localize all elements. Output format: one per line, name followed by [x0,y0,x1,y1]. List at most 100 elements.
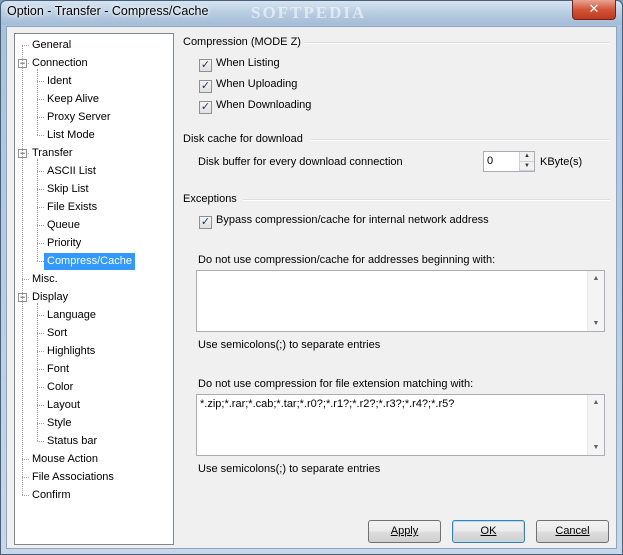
tree-root-line [22,45,23,495]
tree-connector [37,387,44,388]
tree-connector [37,441,44,442]
extensions-hint: Use semicolons(;) to separate entries [198,463,381,475]
tree-item-transfer[interactable]: Transfer [29,145,76,162]
tree-connector [22,45,29,46]
spinner-up-icon[interactable]: ▲ [520,152,534,162]
tree-item-queue[interactable]: Queue [44,217,83,234]
tree-item-file-associations[interactable]: File Associations [29,469,117,486]
exceptions-group-title: Exceptions [183,193,237,205]
tree-connector [37,135,44,136]
tree-item-ident[interactable]: Ident [44,73,74,90]
addresses-scrollbar[interactable]: ▲ ▼ [587,271,604,331]
bypass-internal-checkbox[interactable]: ✓ Bypass compression/cache for internal n… [199,213,489,229]
tree-item-language[interactable]: Language [44,307,99,324]
extensions-label: Do not use compression for file extensio… [198,378,474,390]
tree-connector [22,477,29,478]
addresses-label: Do not use compression/cache for address… [198,254,496,266]
disk-cache-divider [311,139,610,141]
window-title: Option - Transfer - Compress/Cache [7,4,209,18]
options-tree[interactable]: General Connection − Ident Keep Alive Proxy S… [14,33,174,545]
tree-connector [37,81,44,82]
tree-branch-line [37,159,38,261]
softpedia-watermark: SOFTPEDIA [251,3,367,22]
tree-connector [22,459,29,460]
tree-item-ascii-list[interactable]: ASCII List [44,163,99,180]
tree-item-file-exists[interactable]: File Exists [44,199,100,216]
tree-connector [37,261,44,262]
scroll-up-icon[interactable]: ▲ [588,399,604,406]
checkbox-check-icon: ✓ [199,59,212,72]
tree-item-list-mode[interactable]: List Mode [44,127,98,144]
extensions-textarea[interactable]: *.zip;*.rar;*.cab;*.tar;*.r0?;*.r1?;*.r2… [196,394,605,456]
title-bar[interactable]: Option - Transfer - Compress/Cache SOFTP… [1,0,622,25]
addresses-textarea[interactable]: ▲ ▼ [196,270,605,332]
tree-item-highlights[interactable]: Highlights [44,343,98,360]
tree-connector [37,315,44,316]
tree-connector [37,243,44,244]
spinner-down-icon[interactable]: ▼ [520,161,534,171]
disk-cache-group-title: Disk cache for download [183,133,303,145]
when-downloading-label: When Downloading [216,99,312,111]
tree-item-misc[interactable]: Misc. [29,271,61,288]
tree-connector [37,225,44,226]
tree-connector [37,117,44,118]
cancel-button[interactable]: Cancel [536,520,609,543]
tree-item-keep-alive[interactable]: Keep Alive [44,91,102,108]
tree-item-style[interactable]: Style [44,415,74,432]
tree-branch-line [37,69,38,135]
ok-label: OK [480,525,497,537]
tree-item-skip-list[interactable]: Skip List [44,181,92,198]
scroll-down-icon[interactable]: ▼ [588,320,604,327]
compression-group-title: Compression (MODE Z) [183,36,301,48]
tree-item-display[interactable]: Display [29,289,71,306]
tree-item-confirm[interactable]: Confirm [29,487,74,504]
tree-item-compress-cache[interactable]: Compress/Cache [44,253,135,270]
tree-connector [37,369,44,370]
extensions-value: *.zip;*.rar;*.cab;*.tar;*.r0?;*.r1?;*.r2… [200,398,455,410]
when-downloading-checkbox[interactable]: ✓ When Downloading [199,98,311,114]
tree-connector [22,279,29,280]
when-listing-label: When Listing [216,57,280,69]
tree-item-layout[interactable]: Layout [44,397,83,414]
tree-item-font[interactable]: Font [44,361,72,378]
tree-item-proxy-server[interactable]: Proxy Server [44,109,114,126]
disk-buffer-unit: KByte(s) [540,156,583,168]
tree-branch-line [37,303,38,441]
when-uploading-label: When Uploading [216,78,298,90]
disk-buffer-value[interactable]: 0 [487,155,493,167]
ok-button[interactable]: OK [452,520,525,543]
spinner-buttons: ▲ ▼ [519,152,534,171]
tree-connector [22,495,29,496]
scroll-up-icon[interactable]: ▲ [588,275,604,282]
tree-connector [37,405,44,406]
addresses-hint: Use semicolons(;) to separate entries [198,339,381,351]
when-listing-checkbox[interactable]: ✓ When Listing [199,56,280,72]
checkbox-check-icon: ✓ [199,216,212,229]
tree-connector [37,351,44,352]
options-window: Option - Transfer - Compress/Cache SOFTP… [0,0,623,555]
tree-item-mouse-action[interactable]: Mouse Action [29,451,101,468]
tree-item-status-bar[interactable]: Status bar [44,433,100,450]
dialog-client: General Connection − Ident Keep Alive Proxy S… [6,26,617,549]
exceptions-divider [243,199,610,201]
tree-connector [37,99,44,100]
bypass-internal-label: Bypass compression/cache for internal ne… [216,214,489,226]
cancel-label: Cancel [555,525,590,537]
tree-item-priority[interactable]: Priority [44,235,84,252]
checkbox-check-icon: ✓ [199,80,212,93]
tree-item-general[interactable]: General [29,37,74,54]
close-button[interactable]: ✕ [572,0,616,20]
apply-button[interactable]: Apply [368,520,441,543]
disk-buffer-spinner[interactable]: 0 ▲ ▼ [483,151,535,172]
checkbox-check-icon: ✓ [199,101,212,114]
extensions-scrollbar[interactable]: ▲ ▼ [587,395,604,455]
tree-connector [37,207,44,208]
tree-item-color[interactable]: Color [44,379,76,396]
compression-divider [305,42,610,44]
when-uploading-checkbox[interactable]: ✓ When Uploading [199,77,297,93]
tree-connector [37,171,44,172]
scroll-down-icon[interactable]: ▼ [588,444,604,451]
tree-connector [37,423,44,424]
tree-item-connection[interactable]: Connection [29,55,91,72]
tree-item-sort[interactable]: Sort [44,325,70,342]
